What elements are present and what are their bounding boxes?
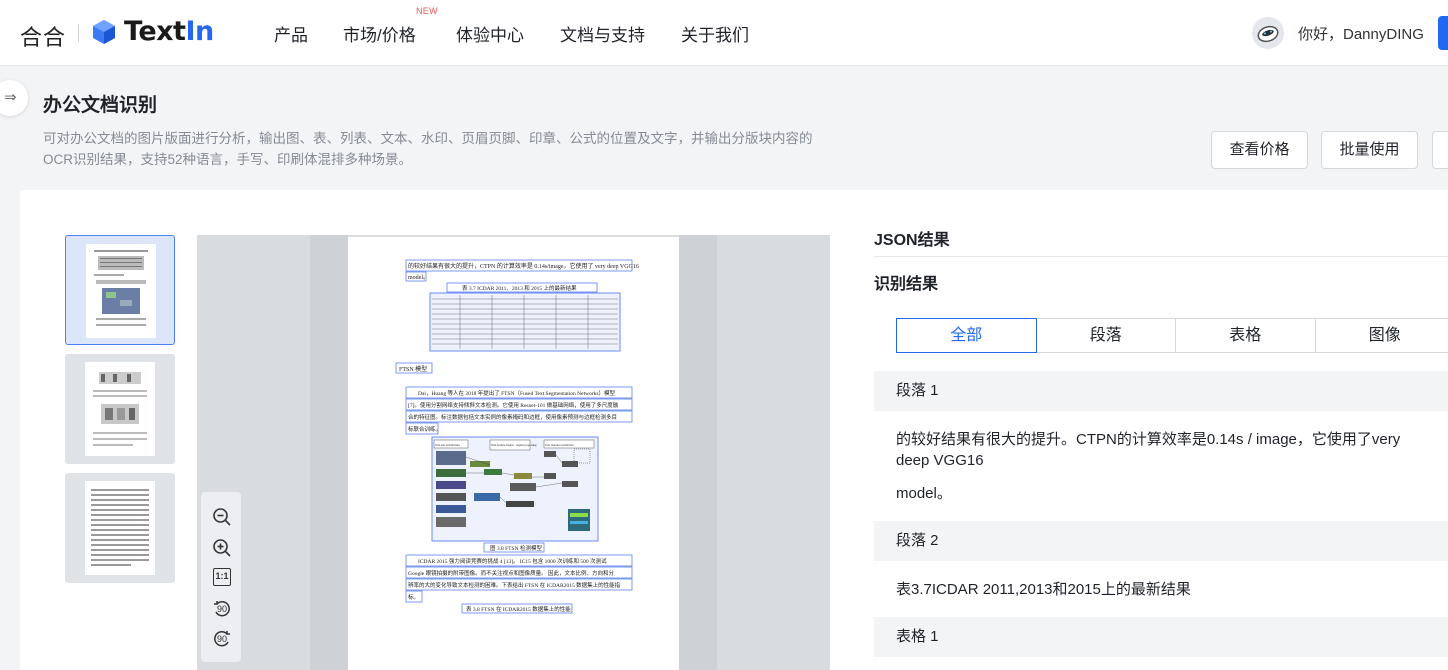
console-button[interactable] (1438, 16, 1448, 50)
new-badge: NEW (416, 6, 438, 16)
user-avatar[interactable] (1252, 17, 1284, 49)
tab-image[interactable]: 图像 (1316, 319, 1448, 352)
robot-avatar-icon (1252, 17, 1284, 49)
page-title: 办公文档识别 (43, 95, 158, 116)
thumbnail-page-preview (85, 362, 155, 456)
doc-paragraph-line: [7]。使用分割网络支持倾斜文本检测。它使用 Resnet-101 做基础网络，… (408, 401, 619, 409)
nav-item-docs-support[interactable]: 文档与支持 (560, 21, 645, 46)
paragraph-2-text: 表3.7ICDAR 2011,2013和2015上的最新结果 (896, 581, 1191, 598)
page-thumbnail-2[interactable] (65, 354, 175, 464)
zoom-in-icon[interactable] (211, 537, 233, 559)
doc-paragraph-line: Dai，Huang 等人在 2018 年提出了 FTSN（Fused Text … (418, 389, 616, 397)
doc-paragraph-line: 标。 (408, 593, 419, 601)
doc-figure-caption: 图 3.8 FTSN 检测模型 (490, 544, 542, 552)
doc-paragraph-line: ICDAR 2015 强力阅读竞赛的挑战 4 [13]。 IC15 包含 100… (418, 557, 607, 565)
nav-item-market-price[interactable]: 市场/价格 (343, 21, 416, 46)
doc-text-line-2: model。 (408, 275, 429, 281)
document-viewer[interactable]: 的较好结果有很大的提升，CTPN 的计算效率是 0.14s/image，它使用了… (197, 235, 830, 670)
page-description-line-1: 可对办公文档的图片版面进行分析，输出图、表、列表、文本、水印、页眉页脚、印章、公… (43, 131, 813, 146)
page-description-line-2: OCR识别结果，支持52种语言，手写、印刷体混排多种场景。 (43, 152, 413, 167)
paragraph-1-text: 的较好结果有很大的提升。CTPN的计算效率是0.14s / image，它使用了… (896, 431, 1401, 469)
rotate-left-icon[interactable]: 90 (211, 598, 233, 620)
page-thumbnail-3[interactable] (65, 473, 175, 583)
logo-divider (78, 24, 79, 42)
json-result-title[interactable]: JSON结果 (874, 226, 950, 250)
textin-logo[interactable]: TextIn (124, 16, 214, 47)
doc-paragraph-line: 标联合训练。 (408, 425, 441, 433)
zoom-out-icon[interactable] (211, 506, 233, 528)
paragraph-1-text-2: model。 (896, 485, 952, 502)
doc-paragraph-line: 合的特征图。标注数据包括文本实例的像素掩码和边框，使用像素预测与边框检测多目 (408, 413, 617, 421)
section-header-table-1[interactable]: 表格 1 (874, 617, 1448, 657)
page-thumbnail-1[interactable] (65, 235, 175, 345)
tab-paragraph[interactable]: 段落 (1037, 319, 1176, 352)
document-page: 的较好结果有很大的提升，CTPN 的计算效率是 0.14s/image，它使用了… (348, 237, 679, 670)
tab-table[interactable]: 表格 (1176, 319, 1316, 352)
panel-divider (874, 256, 1448, 257)
zoom-toolbar: 1:1 90 90 (201, 492, 241, 662)
page-description: 可对办公文档的图片版面进行分析，输出图、表、列表、文本、水印、页眉页脚、印章、公… (43, 128, 883, 170)
more-button[interactable] (1432, 131, 1448, 169)
doc-table-caption: 表 3.7 ICDAR 2011、2013 和 2015 上的最新结果 (462, 284, 577, 292)
nav-item-products[interactable]: 产品 (274, 21, 308, 46)
doc-paragraph-line: 辨率的大的变化导致文本检测的困难。下表给出 FTSN 在 ICDAR2015 数… (408, 581, 621, 589)
section-header-paragraph-2[interactable]: 段落 2 (874, 521, 1448, 561)
logo-text-part-a: Text (124, 16, 186, 47)
doc-heading: FTSN 模型 (399, 365, 427, 373)
sidebar-toggle-button[interactable]: ⇒ (0, 80, 28, 116)
nav-item-about-us[interactable]: 关于我们 (681, 21, 749, 46)
doc-table2-caption: 表 3.8 FTSN 在 ICDAR2015 数据集上的性能 (466, 605, 571, 613)
textin-cube-icon (93, 20, 115, 44)
view-price-button[interactable]: 查看价格 (1211, 131, 1308, 169)
user-greeting[interactable]: 你好，DannyDING (1298, 23, 1424, 44)
doc-text-line-1: 的较好结果有很大的提升，CTPN 的计算效率是 0.14s/image，它使用了… (408, 262, 639, 270)
top-navigation: 合合 TextIn 产品 市场/价格 NEW 体验中心 文档与支持 关于我们 你… (0, 0, 1448, 66)
figure-label: Text instance prediction (545, 443, 574, 447)
intsig-logo[interactable]: 合合 (20, 20, 66, 52)
logo-text-part-b: In (185, 16, 214, 47)
nav-item-experience-center[interactable]: 体验中心 (456, 21, 524, 46)
ocr-table-box[interactable] (429, 292, 621, 352)
figure-label: Text feature fusion · region proposing (491, 443, 537, 447)
viewer-shadow-right (679, 235, 717, 670)
actual-size-icon[interactable]: 1:1 (213, 568, 231, 586)
doc-paragraph-line: Google 眼镜拍摄的附带图像。而不关注视点和图像质量。 因此，文本比例、方向… (408, 569, 614, 577)
section-header-paragraph-1[interactable]: 段落 1 (874, 371, 1448, 411)
batch-use-button[interactable]: 批量使用 (1321, 131, 1418, 169)
rotate-right-label: 90 (216, 634, 227, 644)
rotate-right-icon[interactable]: 90 (211, 628, 233, 650)
document-page-canvas: 的较好结果有很大的提升，CTPN 的计算效率是 0.14s/image，它使用了… (395, 259, 639, 614)
viewer-shadow-left (310, 235, 348, 670)
result-filter-tabs: 全部 段落 表格 图像 (896, 318, 1448, 353)
tab-all[interactable]: 全部 (896, 318, 1037, 353)
recognition-result-title: 识别结果 (874, 276, 939, 293)
figure-label: Text-net architecture (435, 443, 461, 447)
rotate-left-label: 90 (216, 604, 227, 614)
expand-arrow-icon: ⇒ (4, 89, 17, 106)
thumbnail-page-preview (86, 244, 156, 338)
thumbnail-page-preview (85, 481, 155, 575)
